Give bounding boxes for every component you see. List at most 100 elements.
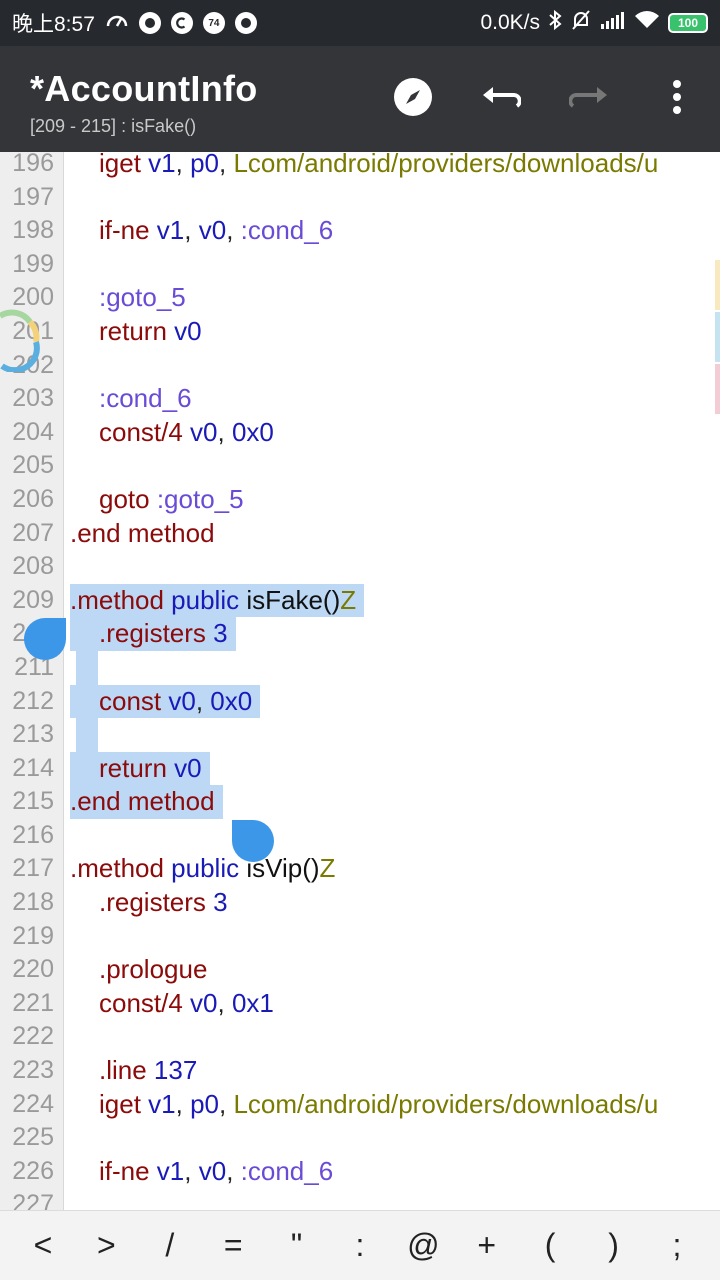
code-text: iget v1, p0, Lcom/android/providers/down… (70, 1088, 658, 1122)
symbol-key[interactable]: / (145, 1216, 195, 1276)
code-token: if-ne (99, 215, 150, 246)
code-line[interactable]: 197 (0, 181, 720, 215)
symbol-key[interactable]: : (335, 1216, 385, 1276)
code-line[interactable]: 225 (0, 1121, 720, 1155)
selection-start-handle[interactable] (24, 618, 66, 660)
line-number: 218 (12, 888, 54, 917)
symbol-key[interactable]: + (462, 1216, 512, 1276)
code-line[interactable]: 205 (0, 449, 720, 483)
code-token: isFake() (239, 584, 341, 615)
code-line[interactable]: 222 (0, 1020, 720, 1054)
code-line[interactable]: 227 (0, 1188, 720, 1210)
code-editor[interactable]: 196 iget v1, p0, Lcom/android/providers/d… (0, 152, 720, 1210)
symbol-key[interactable]: ; (652, 1216, 702, 1276)
code-line[interactable]: 217 .method public isVip()Z (0, 852, 720, 886)
code-line[interactable]: 208 (0, 550, 720, 584)
line-number: 220 (12, 955, 54, 984)
code-line[interactable]: 209 .method public isFake()Z (0, 583, 720, 618)
navigate-button[interactable] (390, 74, 436, 120)
code-line[interactable]: 201 return v0 (0, 315, 720, 349)
symbol-key[interactable]: ( (525, 1216, 575, 1276)
code-line[interactable]: 216 (0, 819, 720, 853)
symbol-key[interactable]: > (81, 1216, 131, 1276)
code-line[interactable]: 204 const/4 v0, 0x0 (0, 416, 720, 450)
code-line[interactable]: 214 return v0 (0, 751, 720, 786)
code-lines: 196 iget v1, p0, Lcom/android/providers/d… (0, 152, 720, 1210)
line-number: 225 (12, 1123, 54, 1152)
scroll-marker-blue (715, 312, 720, 362)
symbol-key[interactable]: ) (589, 1216, 639, 1276)
code-line[interactable]: 210.registers 3 (0, 617, 720, 651)
code-token: :cond_6 (240, 215, 334, 246)
code-line[interactable]: 219 (0, 920, 720, 954)
code-line[interactable]: 211 (0, 650, 720, 685)
code-line[interactable]: 220 .prologue (0, 953, 720, 987)
code-token: const/4 (99, 987, 183, 1018)
code-token: , (217, 987, 232, 1018)
status-bar: 晚上8:57 74 0.0K/s 100 (0, 0, 720, 46)
code-text: if-ne v1, v0, :cond_6 (70, 1155, 333, 1189)
code-line[interactable]: 196 iget v1, p0, Lcom/android/providers/d… (0, 152, 720, 181)
notification-ca-icon (170, 12, 193, 34)
more-options-button[interactable] (654, 74, 700, 120)
toolbar-actions (390, 74, 700, 120)
line-number: 213 (12, 720, 54, 749)
selection-end-handle[interactable] (232, 820, 274, 862)
code-token: public (163, 853, 240, 884)
undo-button[interactable] (478, 74, 524, 120)
code-token: , (175, 152, 191, 178)
app-bar: *AccountInfo [209 - 215] : isFake() (0, 46, 720, 152)
code-line[interactable]: 207 .end method (0, 517, 720, 551)
code-token: 0x0 (210, 685, 253, 716)
code-line[interactable]: 215 .end method (0, 785, 720, 819)
symbol-key[interactable]: < (18, 1216, 68, 1276)
speedometer-icon (105, 10, 129, 36)
code-line[interactable]: 202 (0, 349, 720, 383)
symbol-key[interactable]: " (272, 1216, 322, 1276)
code-token: 137 (146, 1055, 198, 1086)
code-token: .end method (70, 786, 215, 817)
code-line[interactable]: 224 iget v1, p0, Lcom/android/providers/d… (0, 1088, 720, 1122)
code-token: v0 (182, 987, 218, 1018)
code-line[interactable]: 206 goto :goto_5 (0, 483, 720, 517)
code-line[interactable]: 199 (0, 248, 720, 282)
code-token: Z (340, 584, 357, 615)
code-line[interactable]: 226 if-ne v1, v0, :cond_6 (0, 1155, 720, 1189)
line-number: 212 (12, 686, 54, 715)
mute-bell-icon (570, 9, 592, 37)
code-token: , (184, 1155, 199, 1186)
code-token: Z (319, 853, 336, 884)
code-line[interactable]: 203 :cond_6 (0, 382, 720, 416)
code-text: :cond_6 (70, 382, 192, 416)
code-text: return v0 (70, 315, 202, 349)
line-number: 207 (12, 518, 54, 547)
code-line[interactable]: 200:goto_5 (0, 281, 720, 315)
status-left: 晚上8:57 74 (12, 8, 257, 38)
code-line[interactable]: 223 .line 137 (0, 1054, 720, 1088)
code-token: , (217, 416, 232, 447)
notification-74-icon: 74 (202, 12, 225, 34)
code-token: return (99, 752, 167, 783)
line-number: 216 (12, 820, 54, 849)
code-line[interactable]: 212 const v0, 0x0 (0, 684, 720, 719)
code-token: 3 (205, 618, 228, 649)
undo-icon (483, 87, 521, 108)
line-number: 203 (12, 384, 54, 413)
symbol-key[interactable]: = (208, 1216, 258, 1276)
code-token: .end method (70, 517, 215, 548)
code-text: iget v1, p0, Lcom/android/providers/down… (70, 152, 658, 181)
scroll-marker-yellow (715, 260, 720, 310)
line-number: 214 (12, 753, 54, 782)
redo-button[interactable] (566, 74, 612, 120)
status-right: 0.0K/s 100 (480, 9, 708, 37)
code-line[interactable]: 213 (0, 718, 720, 752)
code-line[interactable]: 198 if-ne v1, v0, :cond_6 (0, 214, 720, 248)
code-token: const/4 (99, 416, 183, 447)
symbol-key[interactable]: @ (398, 1216, 448, 1276)
code-line[interactable]: 218 .registers 3 (0, 886, 720, 920)
code-line[interactable]: 221 const/4 v0, 0x1 (0, 987, 720, 1021)
code-token: .line (99, 1055, 147, 1086)
code-token: v0 (198, 1155, 227, 1186)
code-token: v0 (166, 752, 202, 783)
compass-icon (394, 78, 432, 116)
